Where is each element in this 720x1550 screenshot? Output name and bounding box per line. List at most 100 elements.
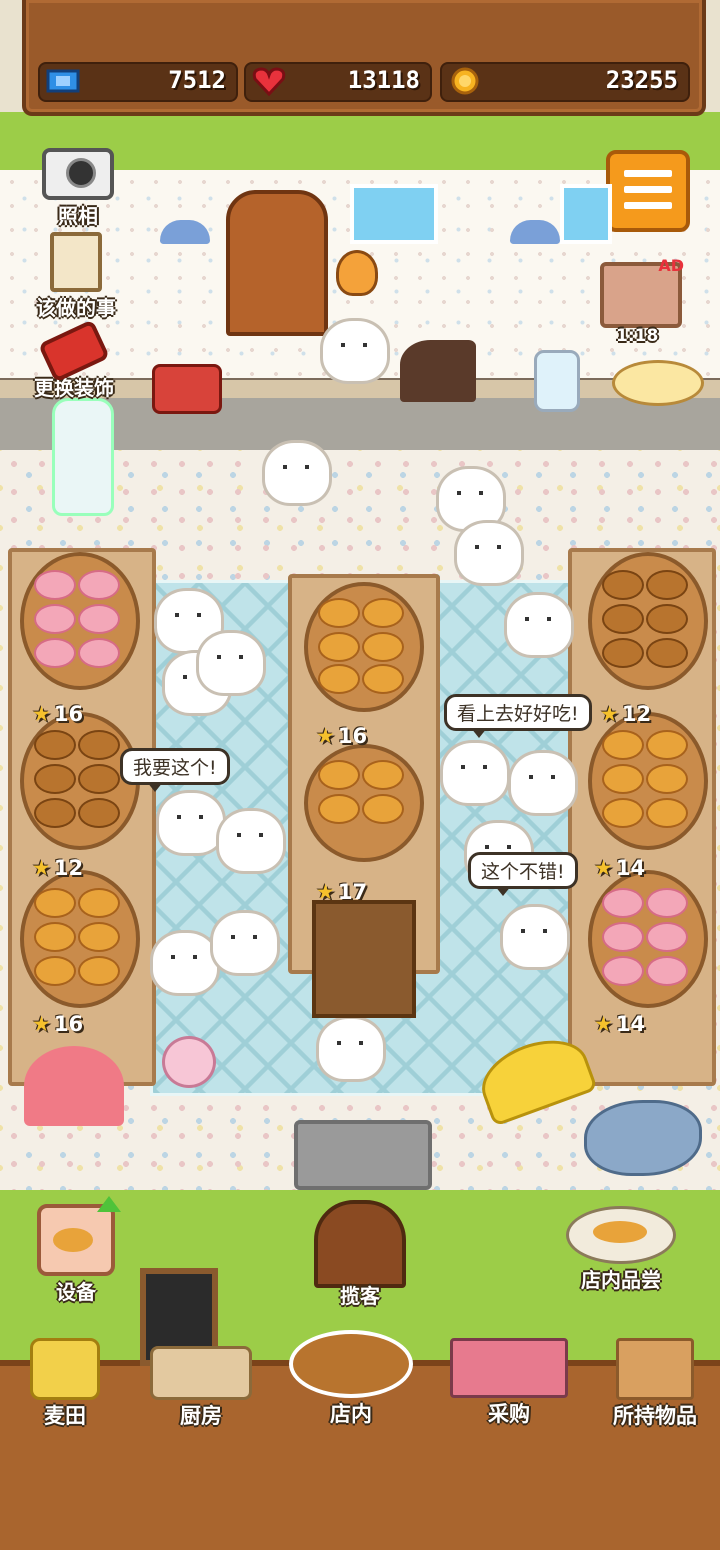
- stock-value: 12: [53, 856, 84, 880]
- shopkeeper[interactable]: [320, 318, 390, 384]
- stock-value: 16: [53, 702, 84, 726]
- star-icon: ★: [32, 856, 51, 880]
- invite-label: 揽客: [340, 1284, 380, 1308]
- nav-wheat-field[interactable]: 麦田: [0, 1338, 130, 1430]
- stock-count: ★ 14: [594, 1012, 645, 1038]
- equipment-button[interactable]: 设备: [36, 1196, 121, 1305]
- cutlery-stand: [312, 900, 416, 1018]
- nav-in-store[interactable]: 店内: [286, 1326, 416, 1428]
- nav-inventory[interactable]: 所持物品: [590, 1338, 720, 1430]
- customer[interactable]: [262, 440, 332, 506]
- tasting-label: 店内品尝: [581, 1268, 661, 1292]
- nav-kitchen[interactable]: 厨房: [136, 1338, 266, 1430]
- nav-label: 所持物品: [613, 1404, 697, 1428]
- ticket-icon: [46, 66, 80, 96]
- shell-stand: [162, 1036, 216, 1088]
- decor-button[interactable]: 更换装饰: [22, 319, 126, 401]
- coin-icon: [448, 66, 482, 96]
- menu-icon-line: [624, 202, 672, 209]
- stock-value: 14: [615, 1012, 646, 1036]
- speech-bubble: 我要这个!: [120, 748, 230, 792]
- ad-timer-wrap: 1:18: [616, 326, 658, 346]
- bread-basket[interactable]: [588, 552, 708, 690]
- telephone[interactable]: [152, 364, 222, 414]
- bread-basket[interactable]: [20, 870, 140, 1008]
- hearts-counter: 13118: [244, 62, 432, 102]
- stock-count: ★ 16: [32, 702, 83, 728]
- camera-button[interactable]: 照相: [36, 148, 120, 229]
- stock-count: ★ 14: [594, 856, 645, 882]
- stock-value: 16: [53, 1012, 84, 1036]
- bread-basket[interactable]: [20, 712, 140, 850]
- bread-basket[interactable]: [304, 744, 424, 862]
- menu-icon: [624, 170, 672, 177]
- hanging-lantern: [336, 250, 378, 296]
- decor-label: 更换装饰: [34, 376, 114, 400]
- door-icon: [314, 1200, 406, 1288]
- camera-label: 照相: [58, 204, 98, 228]
- window: [560, 184, 612, 244]
- coins-counter: 23255: [440, 62, 690, 102]
- bread-basket[interactable]: [304, 582, 424, 712]
- resource-bar: 7512 13118 23255: [22, 0, 706, 116]
- customer[interactable]: [454, 520, 524, 586]
- oven-tray-icon: [37, 1196, 121, 1276]
- ad-timer: 1:18: [616, 326, 659, 346]
- customer[interactable]: [504, 592, 574, 658]
- clipboard-icon: [50, 232, 102, 292]
- customer[interactable]: [210, 910, 280, 976]
- rolling-pin-icon: [150, 1346, 252, 1400]
- tickets-value: 7512: [168, 66, 226, 94]
- cash-register: [400, 340, 476, 402]
- entrance-mat: [294, 1120, 432, 1190]
- customer[interactable]: [500, 904, 570, 970]
- customer[interactable]: [316, 1016, 386, 1082]
- todo-label: 该做的事: [36, 296, 116, 320]
- stock-value: 16: [337, 724, 368, 748]
- ad-tv[interactable]: AD: [600, 256, 684, 328]
- customer[interactable]: [216, 808, 286, 874]
- menu-icon-line: [624, 186, 672, 193]
- coral-decoration: [24, 1046, 124, 1126]
- customer[interactable]: [508, 750, 578, 816]
- todo-button[interactable]: 该做的事: [24, 232, 128, 321]
- shark-plush: [584, 1100, 702, 1176]
- invite-customers-button[interactable]: 揽客: [312, 1200, 408, 1309]
- tasting-button[interactable]: 店内品尝: [566, 1206, 676, 1293]
- star-icon: ★: [594, 856, 613, 880]
- pastry-plate: [612, 360, 704, 406]
- customer[interactable]: [440, 740, 510, 806]
- wheat-bag-icon: [30, 1338, 100, 1400]
- upgrade-arrow-icon: [97, 1196, 121, 1212]
- window: [350, 184, 438, 244]
- tasting-plate-icon: [566, 1206, 676, 1264]
- menu-button[interactable]: [606, 150, 690, 232]
- stock-count: ★ 16: [32, 1012, 83, 1038]
- coins-value: 23255: [605, 66, 678, 94]
- tickets-counter: 7512: [38, 62, 238, 102]
- bread-basket-icon: [289, 1330, 413, 1398]
- nav-purchase[interactable]: 采购: [444, 1338, 574, 1428]
- star-icon: ★: [32, 1012, 51, 1036]
- bread-basket[interactable]: [588, 870, 708, 1008]
- star-icon: ★: [594, 1012, 613, 1036]
- stock-count: ★ 16: [316, 724, 367, 750]
- speech-bubble: 这个不错!: [468, 852, 578, 896]
- speech-bubble: 看上去好好吃!: [444, 694, 592, 738]
- camera-icon: [42, 148, 114, 200]
- nav-label: 采购: [488, 1402, 530, 1426]
- nav-label: 麦田: [44, 1404, 86, 1428]
- stock-count: ★ 12: [600, 702, 651, 728]
- stock-count: ★ 12: [32, 856, 83, 882]
- nav-label: 厨房: [180, 1404, 222, 1428]
- customer[interactable]: [196, 630, 266, 696]
- bread-basket[interactable]: [20, 552, 140, 690]
- stock-value: 12: [621, 702, 652, 726]
- shop-shelf-icon: [450, 1338, 568, 1398]
- ad-badge: AD: [658, 256, 684, 275]
- bread-basket[interactable]: [588, 712, 708, 850]
- hearts-value: 13118: [347, 66, 420, 94]
- cardboard-box-icon: [616, 1338, 694, 1400]
- star-icon: ★: [32, 702, 51, 726]
- flower-vase: [534, 350, 580, 412]
